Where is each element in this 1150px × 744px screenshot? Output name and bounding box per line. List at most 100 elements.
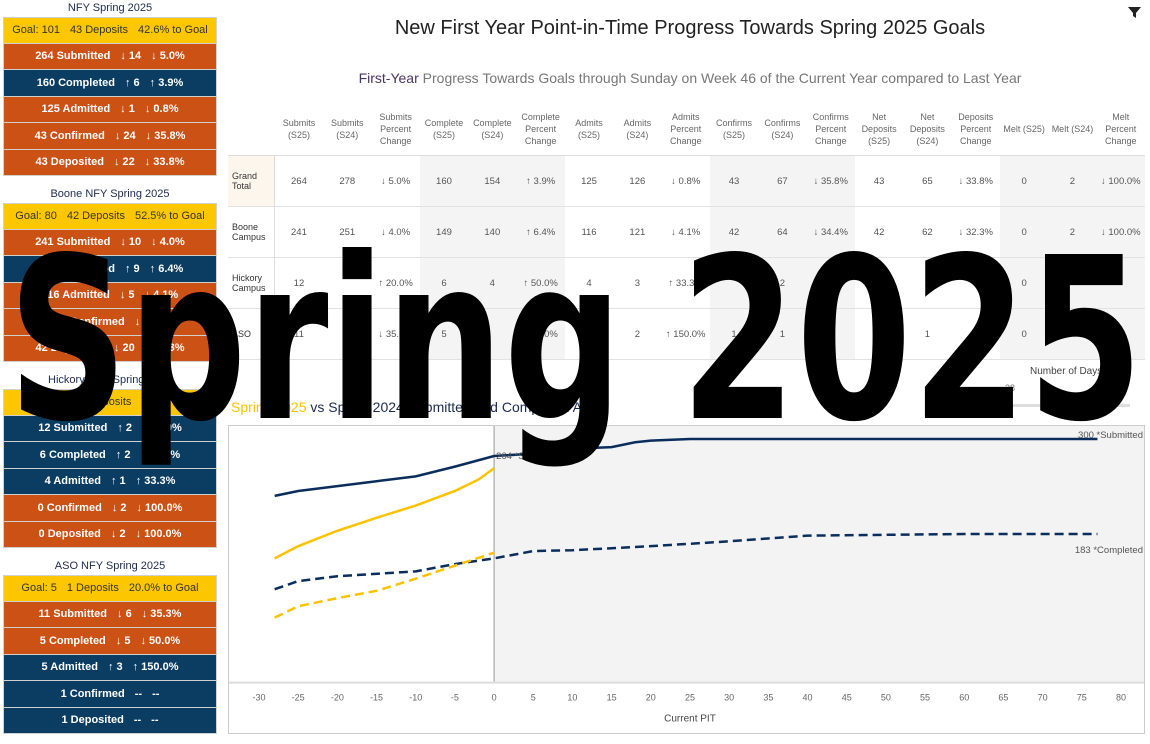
kpi-text: 0 Confirmed	[37, 501, 102, 514]
table-cell: 5	[419, 309, 469, 360]
x-tick-label: 75	[1077, 693, 1087, 703]
x-tick-label: -30	[252, 693, 265, 703]
kpi-text: ↓ 22	[113, 156, 135, 169]
table-cell: 1	[709, 309, 759, 360]
kpi-section-title: ASO NFY Spring 2025	[54, 560, 166, 572]
goal-text: 52.5% to Goal	[134, 210, 205, 223]
goal-row: Deposits	[3, 389, 217, 416]
kpi-text: ↓ 100.0%	[136, 501, 183, 514]
table-cell: ↓ 33.8%	[951, 156, 1000, 207]
table-cell	[323, 258, 372, 309]
x-tick-label: 35	[763, 693, 773, 703]
table-row: Grand Total 264 278 ↓ 5.0% 160 154 ↑ 3.9% 125 12…	[228, 156, 1145, 207]
table-cell	[323, 309, 372, 360]
table-cell: 42	[854, 207, 904, 258]
series-line-s25-submitted	[274, 467, 495, 560]
kpi-text: ↑ 2	[117, 422, 132, 435]
row-label: Grand Total	[228, 156, 275, 207]
column-header: Net Deposits (S24)	[909, 112, 945, 146]
x-tick-label: 60	[959, 693, 969, 703]
goal-text: 42.6% to Goal	[138, 24, 208, 37]
table-header-row: Submits (S25) Submits (S24) Submits Percen…	[228, 103, 1145, 155]
kpi-panel: NFY Spring 2025 Goal: 101 43 Deposits 42.6%…	[3, 0, 217, 744]
kpi-row: 12 Submitted ↑ 2 ↑ 20.0%	[3, 415, 217, 442]
kpi-text: ↑ 6	[124, 76, 140, 89]
days-slider[interactable]	[1010, 404, 1130, 407]
table-cell: 2	[903, 258, 952, 309]
table-cell	[1048, 309, 1097, 360]
table-cell: ↓ 35.8%	[806, 156, 855, 207]
kpi-row: 149 Completed ↑ 9 ↑ 6.4%	[3, 256, 217, 283]
table-cell	[1096, 309, 1145, 360]
column-header: Deposits Percent Change	[958, 112, 994, 146]
table-cell: ↓ 50.0%	[516, 309, 565, 360]
x-tick-label: 45	[842, 693, 852, 703]
kpi-text: 5 Completed	[39, 634, 106, 647]
x-tick-label: 10	[567, 693, 577, 703]
kpi-row: 5 Admitted ↑ 3 ↑ 150.0%	[3, 654, 217, 681]
kpi-text: ↓ 4.0%	[151, 236, 185, 249]
x-tick-label: 40	[803, 693, 813, 703]
table-cell: 241	[274, 207, 324, 258]
kpi-row: 42 Deposited ↓ 20 ↓ 32.3%	[3, 335, 217, 362]
goal-text: Deposits	[88, 396, 132, 409]
x-tick-label: 30	[724, 693, 734, 703]
table-corner	[228, 103, 275, 155]
kpi-row: 0 Confirmed ↓ 2 ↓ 100.0%	[3, 495, 217, 522]
kpi-text: 149 Completed	[36, 262, 115, 275]
kpi-text: ↑ 150.0%	[132, 661, 179, 674]
kpi-row: 241 Submitted ↓ 10 ↓ 4.0%	[3, 229, 217, 256]
kpi-text: 160 Completed	[36, 76, 115, 89]
kpi-text: 42 Deposited	[35, 342, 104, 355]
kpi-text: ↓ 14	[120, 50, 142, 63]
kpi-text: 125 Admitted	[41, 103, 111, 116]
kpi-text: --	[151, 714, 159, 727]
table-cell: 4	[468, 258, 517, 309]
column-header: Submits Percent Change	[379, 112, 412, 146]
column-header: Complete (S24)	[473, 118, 512, 140]
goal-text: 43 Deposits	[69, 24, 129, 37]
kpi-text: 4 Admitted	[44, 475, 101, 488]
table-cell: 42	[709, 207, 759, 258]
table-cell: 43	[854, 156, 904, 207]
table-row: ASO 11 ↓ 35.3% 5 ↓ 50.0% 2 ↑ 150.0% 1 1 1 0	[228, 309, 1145, 360]
table-cell	[806, 258, 855, 309]
column-header: Confirms (S24)	[764, 118, 801, 140]
goal-row: Goal: 101 43 Deposits 42.6% to Goal	[3, 17, 217, 44]
table-cell: 11	[274, 309, 324, 360]
kpi-text: ↑ 50.0%	[140, 448, 181, 461]
subtitle-highlight: First-Year	[358, 70, 419, 86]
table-cell	[951, 309, 1000, 360]
x-tick-label: 25	[685, 693, 695, 703]
column-header: Confirms Percent Change	[812, 112, 849, 146]
table-cell	[1048, 258, 1097, 309]
table-cell: 264	[274, 156, 324, 207]
table-cell: ↑ 20.0%	[371, 258, 420, 309]
table-row: Hickory Campus 12 ↑ 20.0% 6 4 ↑ 50.0% 4 3 ↑ 33.3…	[228, 258, 1145, 309]
table-cell: ↓ 100.0%	[1096, 156, 1145, 207]
column-header: Net Deposits (S25)	[861, 112, 897, 146]
kpi-text: ↓ 5.0%	[151, 50, 185, 63]
column-header: Admits Percent Change	[669, 112, 702, 146]
goal-row: Goal: 5 1 Deposits 20.0% to Goal	[3, 575, 217, 602]
kpi-text: ↑ 20.0%	[142, 422, 182, 435]
goal-text: Goal: 80	[15, 210, 57, 223]
progress-line-chart: -30 -25 -20 -15 -10 -5 0 5 10 15 20 25 30 35 40 45 50 55 6…	[228, 425, 1145, 734]
kpi-section: Hickory NFY Spring 2025 Deposits 12 Submit…	[3, 372, 217, 558]
x-tick-label: 20	[646, 693, 656, 703]
table-cell: 12	[274, 258, 324, 309]
kpi-text: ↓ 35.8%	[145, 129, 186, 142]
table-cell: 278	[323, 156, 372, 207]
table-cell: 116	[564, 207, 614, 258]
kpi-text: ↓ 20	[113, 342, 135, 355]
table-cell: 126	[613, 156, 662, 207]
kpi-text: ↓ 5	[115, 634, 131, 647]
goal-row: Goal: 80 42 Deposits 52.5% to Goal	[3, 203, 217, 230]
kpi-text: ↓ 0.8%	[144, 103, 179, 116]
kpi-text: ↑ 6.4%	[149, 262, 184, 275]
chart-title: Spring 2025 vs Spring 2024 Submitted and…	[231, 399, 605, 415]
x-tick-label: -20	[331, 693, 344, 703]
column-header: Submits (S24)	[331, 118, 364, 140]
kpi-row: 0 Deposited ↓ 2 ↓ 100.0%	[3, 521, 217, 548]
funnel-icon[interactable]	[1128, 6, 1141, 22]
